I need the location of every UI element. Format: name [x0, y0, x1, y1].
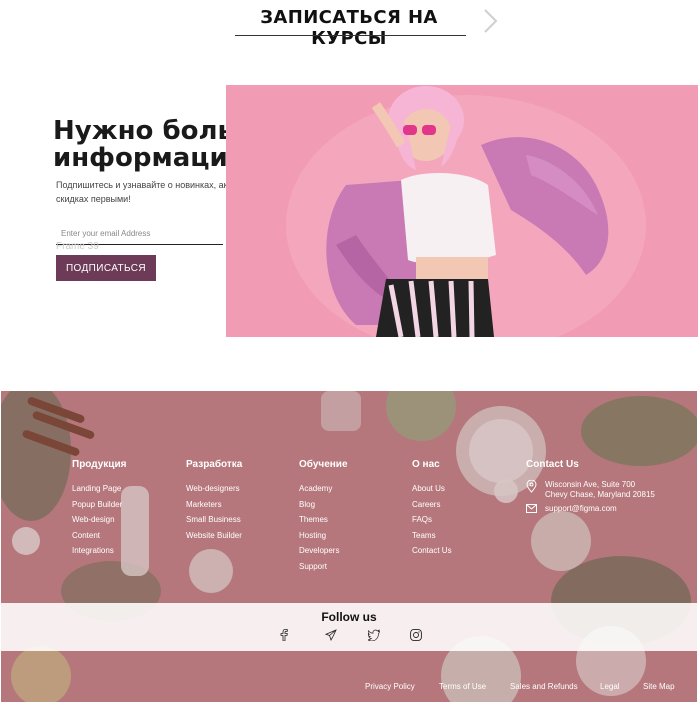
legal-link-terms[interactable]: Terms of Use [439, 682, 486, 691]
chevron-right-icon[interactable] [479, 8, 501, 34]
hero-image [226, 85, 698, 337]
footer: Продукция Landing Page Popup Builder Web… [1, 391, 697, 702]
footer-link[interactable]: Academy [299, 481, 348, 497]
footer-link[interactable]: Support [299, 559, 348, 575]
footer-link[interactable]: Teams [412, 528, 452, 544]
footer-link[interactable]: Developers [299, 543, 348, 559]
legal-link-legal[interactable]: Legal [600, 682, 620, 691]
courses-signup-link[interactable]: ЗАПИСАТЬСЯ НА КУРСЫ [233, 7, 465, 49]
contact-email[interactable]: support@figma.com [526, 504, 617, 514]
footer-link[interactable]: Small Business [186, 512, 242, 528]
footer-link[interactable]: Popup Builder [72, 497, 126, 513]
legal-link-sitemap[interactable]: Site Map [643, 682, 675, 691]
woman-in-pink-coat-illustration [226, 85, 698, 337]
location-pin-icon [526, 480, 537, 493]
footer-column-about: О нас About Us Careers FAQs Teams Contac… [412, 459, 452, 559]
footer-link[interactable]: Hosting [299, 528, 348, 544]
mail-icon [526, 504, 537, 513]
footer-link[interactable]: Integrations [72, 543, 126, 559]
footer-link[interactable]: FAQs [412, 512, 452, 528]
contact-address: Wisconsin Ave, Suite 700 Chevy Chase, Ma… [526, 480, 655, 500]
address-line-1: Wisconsin Ave, Suite 700 [545, 480, 636, 489]
subscribe-button[interactable]: ПОДПИСАТЬСЯ [56, 255, 156, 281]
footer-column-title: Разработка [186, 459, 243, 470]
legal-link-sales-refunds[interactable]: Sales and Refunds [510, 682, 578, 691]
instagram-icon[interactable] [410, 629, 422, 641]
footer-link[interactable]: Blog [299, 497, 348, 513]
footer-link[interactable]: About Us [412, 481, 452, 497]
frame-label: Frame 39 [56, 241, 99, 252]
cta-underline [235, 35, 466, 36]
footer-column-contact: Contact Us [526, 459, 579, 481]
footer-column-title: Продукция [72, 459, 127, 470]
footer-column-learning: Обучение Academy Blog Themes Hosting Dev… [299, 459, 348, 574]
address-line-2: Chevy Chase, Maryland 20815 [545, 490, 655, 499]
footer-link[interactable]: Marketers [186, 497, 242, 513]
legal-link-privacy[interactable]: Privacy Policy [365, 682, 415, 691]
footer-link[interactable]: Website Builder [186, 528, 242, 544]
footer-link[interactable]: Themes [299, 512, 348, 528]
follow-us-bar: Follow us [1, 603, 697, 651]
footer-link[interactable]: Contact Us [412, 543, 452, 559]
footer-column-title: О нас [412, 459, 440, 470]
footer-column-title: Contact Us [526, 459, 579, 470]
footer-column-products: Продукция Landing Page Popup Builder Web… [72, 459, 126, 559]
footer-link[interactable]: Landing Page [72, 481, 126, 497]
footer-link[interactable]: Content [72, 528, 126, 544]
footer-link[interactable]: Web-design [72, 512, 126, 528]
footer-column-development: Разработка Web-designers Marketers Small… [186, 459, 242, 543]
footer-link[interactable]: Web-designers [186, 481, 242, 497]
email-link[interactable]: support@figma.com [545, 504, 617, 514]
telegram-icon[interactable] [325, 629, 337, 641]
footer-column-title: Обучение [299, 459, 348, 470]
twitter-icon[interactable] [368, 629, 380, 641]
facebook-icon[interactable] [278, 629, 290, 641]
follow-us-title: Follow us [321, 610, 377, 624]
footer-link[interactable]: Careers [412, 497, 452, 513]
